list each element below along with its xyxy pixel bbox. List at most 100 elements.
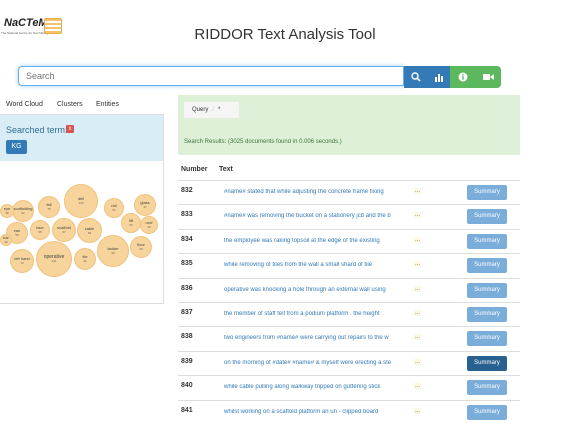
word-bubble[interactable]: bar 40 — [0, 234, 12, 246]
table-row: 836 operative was knocking a hole through… — [178, 277, 520, 302]
word-bubble[interactable]: eye 38 — [0, 204, 14, 218]
row-ellipsis[interactable]: ... — [414, 188, 422, 194]
word-bubble[interactable]: fall 75 — [38, 196, 60, 218]
video-button[interactable] — [476, 66, 501, 88]
query-panel: Query / * Search Results: (3025 documents … — [178, 95, 520, 155]
summary-button[interactable]: Summary — [467, 307, 507, 322]
summary-button[interactable]: Summary — [467, 331, 507, 347]
table-row: 841 whilst working on a scaffold platform… — [178, 399, 520, 424]
searched-term-header: Searched term: x KG — [0, 115, 163, 161]
row-number: 838 — [181, 333, 193, 341]
chart-button[interactable] — [428, 66, 450, 88]
bubble-count: 58 — [15, 233, 19, 237]
bubble-count: 41 — [83, 259, 87, 263]
query-breadcrumb: Query / * — [184, 102, 239, 118]
row-ellipsis[interactable]: ... — [414, 285, 422, 292]
bubble-count: 55 — [38, 230, 42, 234]
search-bar — [18, 66, 501, 88]
bubble-count: 75 — [47, 207, 51, 211]
row-text-link[interactable]: #name# was removing the bucket on a stat… — [224, 213, 412, 219]
page-title: RIDDOR Text Analysis Tool — [194, 26, 376, 43]
word-cloud: drill 130 fall 75 operative 131 ladder 96 ca… — [0, 184, 163, 279]
row-number: 835 — [181, 260, 193, 268]
bubble-count: 130 — [78, 201, 84, 205]
row-text-link[interactable]: two engineers from #name# were carrying … — [224, 335, 412, 341]
table-row: 833 #name# was removing the bucket on a s… — [178, 204, 520, 228]
search-icon — [411, 72, 421, 82]
query-label: Query — [192, 107, 209, 113]
word-bubble[interactable]: glass 47 — [134, 194, 156, 216]
word-bubble[interactable]: drill 130 — [64, 184, 98, 218]
bubble-count: 67 — [62, 230, 66, 234]
word-bubble[interactable]: left hand 72 — [10, 249, 34, 273]
row-text-link[interactable]: while removing of tiles from the wall a … — [224, 262, 412, 268]
table-row: 835 while removing of tiles from the wall… — [178, 253, 520, 277]
row-text-link[interactable]: the member of staff fell from a podium p… — [224, 311, 412, 317]
word-bubble[interactable]: operative 131 — [36, 241, 72, 277]
row-ellipsis[interactable]: ... — [414, 212, 422, 219]
bubble-count: 72 — [20, 261, 24, 265]
summary-button[interactable]: Summary — [467, 282, 507, 298]
bubble-count: 46 — [147, 225, 151, 229]
word-bubble[interactable]: rail 51 — [104, 198, 124, 218]
row-text-link[interactable]: on the morning of #date# #name# & myself… — [224, 360, 412, 366]
search-input[interactable] — [18, 66, 404, 86]
row-number: 833 — [181, 211, 193, 219]
row-number: 836 — [181, 284, 193, 292]
word-bubble[interactable]: floor 60 — [130, 236, 152, 258]
word-bubble[interactable]: tile 41 — [74, 248, 96, 270]
word-bubble[interactable]: scaffolding 52 — [12, 200, 34, 222]
tab-word-cloud[interactable]: Word Cloud — [6, 101, 43, 108]
bar-chart-icon — [435, 73, 443, 82]
bubble-count: 40 — [4, 240, 8, 244]
summary-button[interactable]: Summary — [467, 380, 507, 396]
row-number: 839 — [181, 357, 193, 365]
table-row: 839 on the morning of #date# #name# & mys… — [178, 350, 520, 375]
summary-button[interactable]: Summary — [467, 185, 507, 200]
row-ellipsis[interactable]: ... — [414, 358, 422, 365]
row-ellipsis[interactable]: ... — [414, 310, 422, 316]
summary-button[interactable]: Summary — [467, 258, 507, 274]
tab-entities[interactable]: Entities — [96, 101, 119, 108]
searched-term-pill[interactable]: KG — [6, 140, 27, 154]
row-ellipsis[interactable]: ... — [414, 261, 422, 268]
word-bubble[interactable]: cable 84 — [77, 218, 102, 243]
table-row: 832 #name# stated that while adjusting th… — [178, 180, 520, 204]
tab-clusters[interactable]: Clusters — [57, 101, 83, 108]
searched-term-label: Searched term: — [6, 125, 68, 135]
bubble-count: 131 — [51, 259, 57, 263]
remove-term-button[interactable]: x — [66, 125, 74, 133]
row-ellipsis[interactable]: ... — [414, 236, 422, 243]
table-row: 838 two engineers from #name# were carryi… — [178, 326, 520, 350]
row-text-link[interactable]: the employee was raking topsoil at the e… — [224, 238, 412, 244]
table-row: 834 the employee was raking topsoil at th… — [178, 228, 520, 253]
column-header-number: Number — [181, 166, 208, 173]
bubble-count: 84 — [87, 230, 92, 235]
summary-button[interactable]: Summary — [467, 404, 507, 420]
word-bubble[interactable]: scaffold 67 — [52, 218, 76, 242]
row-ellipsis[interactable]: ... — [414, 383, 422, 390]
row-ellipsis[interactable]: ... — [414, 407, 422, 414]
bubble-count: 52 — [21, 211, 25, 215]
word-bubble[interactable]: lift 53 — [121, 213, 141, 233]
row-text-link[interactable]: #name# stated that while adjusting the c… — [224, 189, 412, 195]
bubble-count: 47 — [143, 205, 147, 209]
bubble-count: 96 — [111, 251, 115, 255]
row-number: 832 — [181, 187, 193, 194]
row-text-link[interactable]: whilst working on a scaffold platform an… — [224, 409, 412, 415]
word-bubble[interactable]: roof 46 — [140, 216, 158, 234]
word-bubble[interactable]: face 55 — [30, 220, 50, 240]
info-icon — [458, 72, 468, 82]
word-bubble[interactable]: ladder 96 — [97, 235, 129, 267]
search-button[interactable] — [404, 66, 428, 88]
row-text-link[interactable]: operative was knocking a hole through an… — [224, 287, 412, 293]
summary-button[interactable]: Summary — [467, 355, 507, 371]
search-results-summary: Search Results: (3025 documents found in… — [184, 139, 342, 145]
bubble-count: 60 — [139, 247, 143, 251]
summary-button[interactable]: Summary — [467, 209, 507, 225]
row-ellipsis[interactable]: ... — [414, 334, 422, 341]
info-button[interactable] — [450, 66, 476, 88]
summary-button[interactable]: Summary — [467, 233, 507, 249]
table-row: 837 the member of staff fell from a podiu… — [178, 302, 520, 326]
row-text-link[interactable]: while cable pulling along walkway trippe… — [224, 384, 412, 390]
